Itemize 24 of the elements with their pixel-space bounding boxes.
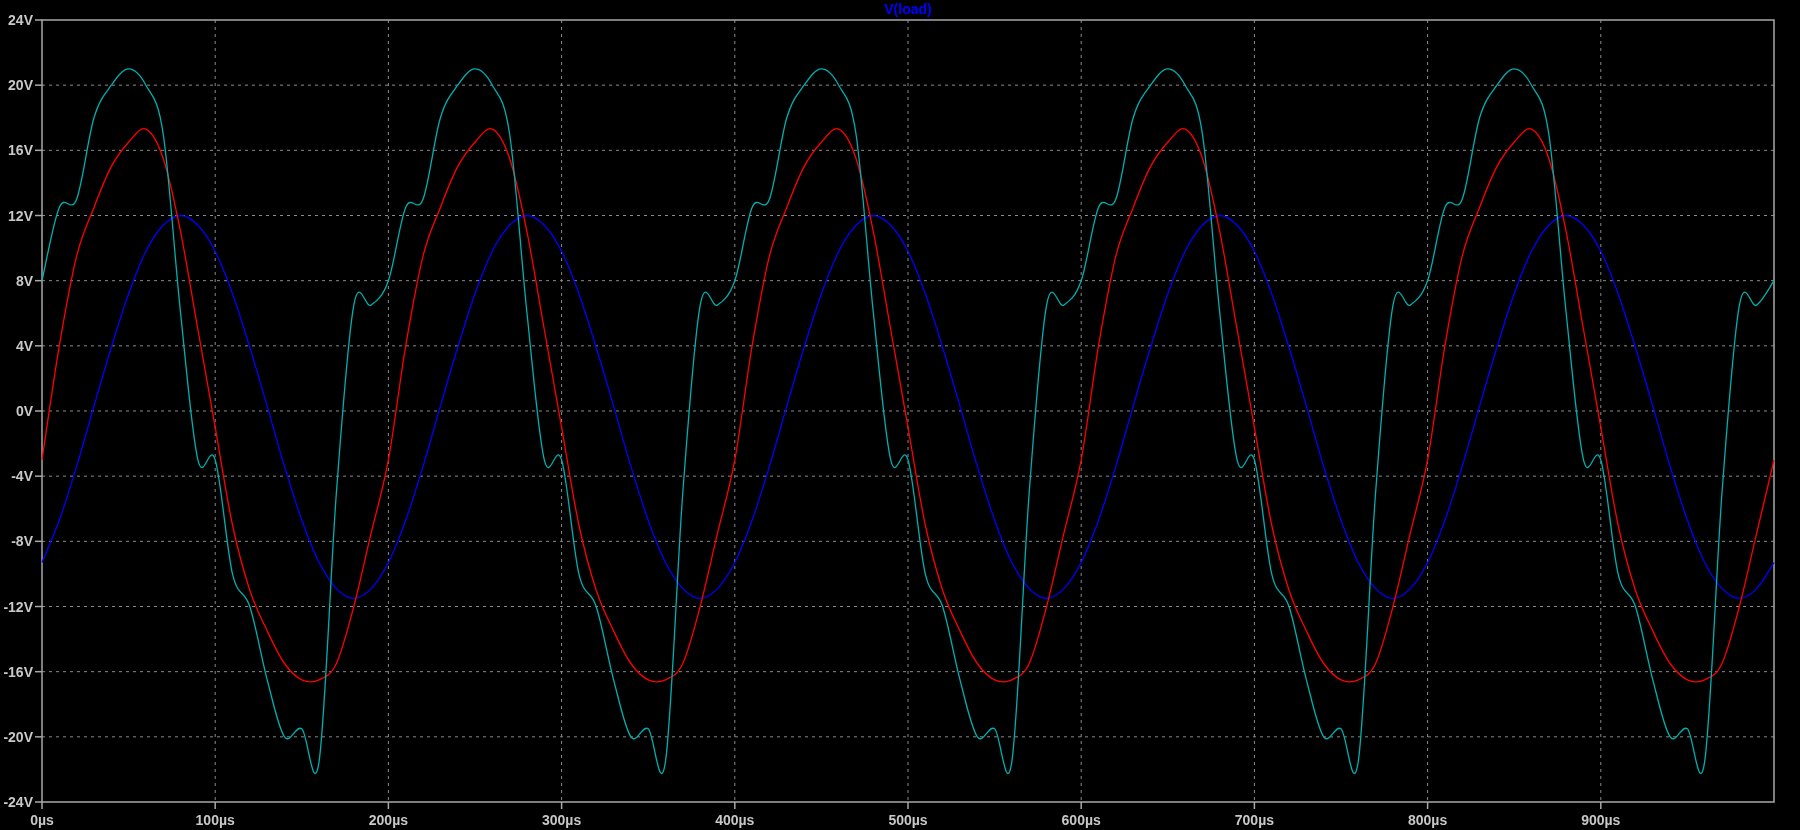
axis-tick-label: 12V bbox=[8, 207, 33, 224]
axis-tick-label: 100µs bbox=[195, 812, 235, 828]
axis-tick-label: 4V bbox=[15, 337, 33, 354]
axis-tick-label: 400µs bbox=[715, 812, 755, 828]
axis-tick-label: 0V bbox=[15, 403, 33, 419]
axis-tick-label: 700µs bbox=[1234, 812, 1274, 828]
axis-tick-label: -8V bbox=[11, 533, 33, 550]
axis-tick-label: 300µs bbox=[542, 812, 582, 828]
axis-tick-label: -24V bbox=[3, 794, 33, 810]
axis-tick-label: 16V bbox=[8, 142, 33, 159]
axis-tick-label: 8V bbox=[15, 272, 33, 289]
axis-tick-label: 600µs bbox=[1061, 812, 1101, 828]
axis-tick-label: 24V bbox=[8, 12, 33, 28]
axis-tick-label: -4V bbox=[11, 468, 33, 485]
axis-tick-label: 200µs bbox=[368, 812, 408, 828]
axis-tick-label: 20V bbox=[8, 77, 33, 94]
axis-tick-label: 500µs bbox=[888, 812, 928, 828]
axis-tick-label: -12V bbox=[3, 598, 33, 615]
axis-tick-label: -20V bbox=[3, 728, 33, 745]
axis-tick-label: 900µs bbox=[1581, 812, 1621, 828]
axis-tick-label: -16V bbox=[3, 663, 33, 680]
axis-tick-label: 0µs bbox=[30, 812, 54, 828]
trace-label[interactable]: V(load) bbox=[884, 1, 932, 17]
axis-tick-label: 800µs bbox=[1408, 812, 1448, 828]
